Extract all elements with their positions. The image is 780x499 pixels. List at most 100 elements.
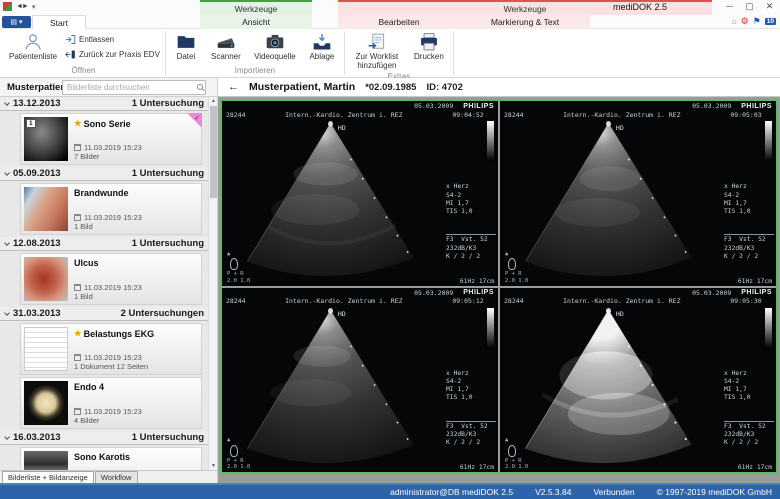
us-freq-depth: 61Hz 17cm [460,464,494,471]
video-camera-icon [265,32,285,52]
selected-image-viewer[interactable]: 05.03.2009PHILIPS 28244Intern.-Kardio. Z… [220,99,778,474]
calendar-icon [74,144,81,151]
button-label: Scanner [211,53,241,62]
tab-start[interactable]: Start [32,15,86,29]
favorite-star-icon: ★ [74,118,82,129]
us-freq-depth: 61Hz 17cm [738,464,772,471]
exam-thumbnail [24,451,68,470]
file-folder-icon [176,32,196,52]
app-logo-icon [3,2,12,11]
date-group-header[interactable]: 31.03.2013 2 Untersuchungen [0,307,208,321]
group-date: 13.12.2013 [13,98,61,109]
drucken-button[interactable]: Drucken [407,31,451,63]
thumbnail-number-badge: 1 [26,119,36,128]
exam-list: 13.12.2013 1 Untersuchung 1 ★Sono Serie … [0,97,217,470]
us-time: 09:04:52 [442,111,494,119]
scroll-up-arrow[interactable]: ▲ [210,98,217,104]
us-tech-parameters: x HerzS4-2MI 1,7TIS 1,0 F3 Vst. 52232dB/… [724,167,774,277]
medidok-window: { "titlebar": { "app_title": "mediDOK 2.… [0,0,780,499]
exam-thumbnail [24,327,68,371]
zur-worklist-button[interactable]: Zur Worklist hinzufügen [347,31,407,72]
sidebar-scrollbar[interactable]: ▲ ▼ [208,97,217,470]
patientenliste-button[interactable]: Patientenliste [4,31,62,63]
close-button[interactable]: ✕ [763,1,776,12]
exam-card-belastungs-ekg[interactable]: ★Belastungs EKG 11.03.2019 15:23 1 Dokum… [20,323,202,375]
ablage-button[interactable]: Ablage [302,31,342,63]
tab-bilderliste-bildanzeige[interactable]: Bilderliste + Bildanzeige [2,471,94,483]
system-tray-icons: ⌂ ⚙ ⚑ 10 [732,16,776,27]
date-group-header[interactable]: 05.09.2013 1 Untersuchung [0,167,208,181]
button-label: Videoquelle [254,53,296,62]
group-label-oeffnen: Öffnen [4,66,163,77]
exam-title: Brandwunde [74,188,129,198]
scrollbar-thumb[interactable] [210,106,217,198]
tab-workflow[interactable]: Workflow [95,471,138,483]
flag-icon[interactable]: ⚑ [753,16,761,27]
ultrasound-quadrant-2[interactable]: 05.03.2009PHILIPS 28244Intern.-Kardio. Z… [500,101,776,286]
tab-ansicht[interactable]: Ansicht [200,15,312,29]
exam-count: 1 Bild [74,292,198,301]
exam-card-sono-karotis[interactable]: Sono Karotis 11.03.2019 15:23 [20,447,202,470]
exam-title: Sono Serie [84,119,131,129]
minimize-button[interactable]: ─ [723,1,736,12]
group-count: 1 Untersuchung [132,168,204,179]
sidebar-patient-name: Musterpatient, Martin [7,82,63,93]
scroll-down-arrow[interactable]: ▼ [210,463,217,469]
scanner-button[interactable]: Scanner [204,31,248,63]
ribbon-tab-row: ▤▾ Start Ansicht Bearbeiten Markierung &… [0,15,780,29]
date-group-header[interactable]: 12.08.2013 1 Untersuchung [0,237,208,251]
ultrasound-quadrant-1[interactable]: 05.03.2009PHILIPS 28244Intern.-Kardio. Z… [222,101,498,286]
check-icon: ✓ [194,114,200,122]
notification-badge: 10 [765,18,776,25]
gear-icon[interactable]: ⚙ [741,16,749,27]
exam-count: 7 Bilder [74,152,198,161]
probe-position-marker: ▲P + R2.0 1.0 [505,437,528,471]
home-icon[interactable]: ⌂ [732,17,737,26]
entlassen-button[interactable]: Entlassen [62,33,163,46]
button-label: Zurück zur Praxis EDV [79,50,160,59]
patient-id: ID: 4702 [426,82,462,93]
application-menu-button[interactable]: ▤▾ [2,16,31,28]
button-label: Patientenliste [9,53,57,62]
group-date: 05.09.2013 [13,168,61,179]
contextual-group-label: Werkzeuge [235,4,278,14]
quick-access-dropdown-icon[interactable]: ▾ [32,3,36,11]
probe-position-marker: ▲P + R2.0 1.0 [505,251,528,285]
vendor-logo: PHILIPS [741,103,772,110]
search-input[interactable] [62,80,206,95]
videoquelle-button[interactable]: Videoquelle [248,31,302,63]
title-bar: ◄► ▾ Werkzeuge Werkzeuge mediDOK 2.5 ─ ▢… [0,0,780,15]
us-station-id: 28244 [226,111,246,119]
date-group-header[interactable]: 13.12.2013 1 Untersuchung [0,97,208,111]
chevron-down-icon: ▾ [19,18,23,26]
image-list-sidebar: Musterpatient, Martin 13.12.2013 1 Unter… [0,78,218,483]
exam-card-brandwunde[interactable]: Brandwunde 11.03.2019 15:23 1 Bild [20,183,202,235]
button-label: Drucken [414,53,444,62]
us-freq-depth: 61Hz 17cm [738,278,772,285]
exam-thumbnail [24,187,68,231]
zurueck-praxis-edv-button[interactable]: Zurück zur Praxis EDV [62,48,163,61]
datei-button[interactable]: Datei [168,31,204,63]
back-arrow-icon[interactable]: ← [228,81,239,93]
tab-bearbeiten[interactable]: Bearbeiten [338,15,460,29]
chevron-down-icon [4,310,10,316]
exam-card-ulcus[interactable]: Ulcus 11.03.2019 15:23 1 Bild [20,253,202,305]
exam-card-endo-4[interactable]: Endo 4 11.03.2019 15:23 4 Bilder [20,377,202,429]
us-tech-parameters: x HerzS4-2MI 1,7TIS 1,0 F3 Vst. 52232dB/… [446,354,496,464]
grayscale-bar [765,308,772,348]
ribbon-group-oeffnen: Patientenliste Entlassen Zurück zur Prax… [4,29,163,77]
ultrasound-quadrant-4[interactable]: 05.03.2009PHILIPS 28244Intern.-Kardio. Z… [500,288,776,473]
exam-thumbnail [24,257,68,301]
ultrasound-quadrant-3[interactable]: 05.03.2009PHILIPS 28244Intern.-Kardio. Z… [222,288,498,473]
maximize-button[interactable]: ▢ [743,1,756,12]
date-group-header[interactable]: 16.03.2013 1 Untersuchung [0,431,208,445]
exam-title: Endo 4 [74,382,104,392]
window-title: mediDOK 2.5 [575,2,705,12]
button-label: Zur Worklist hinzufügen [348,53,406,71]
exam-card-sono-serie[interactable]: 1 ★Sono Serie 11.03.2019 15:23 7 Bilder … [20,113,202,165]
status-bar: administrator@DB mediDOK 2.5 V2.5.3.84 V… [0,483,780,499]
hd-label: HD [338,310,346,318]
us-time: 09:05:30 [720,297,772,305]
viewer-background: 05.03.2009PHILIPS 28244Intern.-Kardio. Z… [218,97,780,483]
tab-markierung-text[interactable]: Markierung & Text [460,15,590,29]
